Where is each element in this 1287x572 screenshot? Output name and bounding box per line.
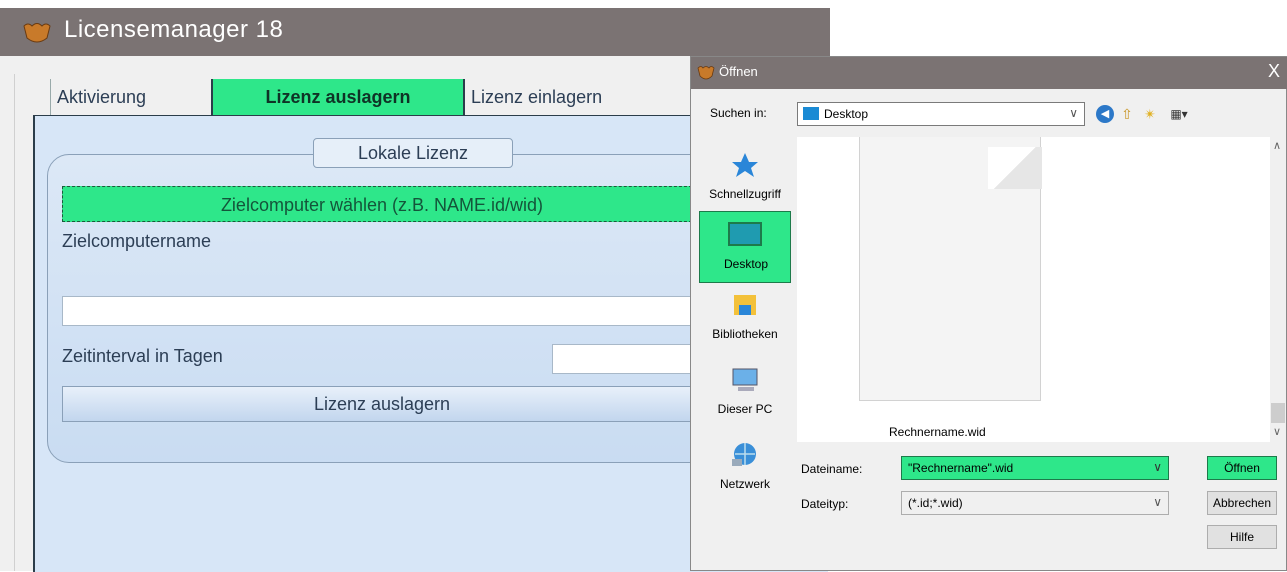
divider: [14, 74, 15, 571]
dialog-titlebar: Öffnen X: [691, 57, 1287, 89]
help-button[interactable]: Hilfe: [1207, 525, 1277, 549]
app-logo-icon: [697, 66, 715, 80]
dialog-title: Öffnen: [719, 64, 758, 79]
place-label: Desktop: [723, 257, 769, 271]
places-bar: Schnellzugriff Desktop Bibliotheken Dies…: [699, 137, 791, 491]
filetype-label: Dateityp:: [801, 497, 849, 511]
file-document-icon: [988, 147, 1042, 189]
library-icon: [734, 295, 756, 315]
filetype-value: (*.id;*.wid): [908, 496, 963, 510]
file-item[interactable]: [859, 137, 1042, 401]
place-label: Bibliotheken: [712, 327, 778, 341]
back-icon[interactable]: ◀: [1096, 105, 1114, 123]
computer-icon: [732, 368, 758, 391]
network-globe-icon: [732, 443, 756, 466]
chevron-down-icon[interactable]: ∨: [1153, 460, 1162, 474]
interval-label: Zeitinterval in Tagen: [62, 346, 223, 366]
app-title: Licensemanager 18: [64, 16, 284, 43]
group-title: Lokale Lizenz: [313, 138, 513, 168]
interval-input[interactable]: 1: [552, 344, 702, 374]
export-license-button[interactable]: Lizenz auslagern: [62, 386, 702, 422]
tab-lizenz-einlagern[interactable]: Lizenz einlagern: [465, 79, 695, 115]
filename-input[interactable]: "Rechnername".wid ∨: [901, 456, 1169, 480]
chevron-down-icon[interactable]: ∨: [1273, 425, 1281, 438]
star-icon: [732, 153, 758, 177]
open-dialog: Öffnen X Suchen in: Desktop ∨ ◀ ⇧ ✴ ▦▾ S…: [690, 56, 1287, 571]
place-network[interactable]: Netzwerk: [699, 437, 791, 507]
new-folder-icon[interactable]: ✴: [1141, 105, 1159, 123]
up-folder-icon[interactable]: ⇧: [1118, 105, 1136, 123]
look-in-value: Desktop: [824, 107, 869, 121]
main-titlebar: Licensemanager 18: [0, 8, 830, 56]
vertical-scrollbar[interactable]: ∧ ∨: [1270, 137, 1286, 442]
tab-lizenz-auslagern[interactable]: Lizenz auslagern: [211, 79, 465, 115]
place-label: Netzwerk: [719, 477, 770, 491]
target-name-label: Zielcomputername: [62, 231, 212, 251]
chevron-down-icon: ∨: [1153, 495, 1162, 509]
view-menu-icon[interactable]: ▦▾: [1166, 105, 1192, 123]
file-list: Rechnername.wid: [797, 137, 1270, 442]
tab-aktivierung[interactable]: Aktivierung: [50, 79, 228, 115]
place-libraries[interactable]: Bibliotheken: [699, 287, 791, 357]
app-logo-icon: [23, 23, 51, 43]
cancel-button[interactable]: Abbrechen: [1207, 491, 1277, 515]
select-target-computer-button[interactable]: Zielcomputer wählen (z.B. NAME.id/wid): [62, 186, 702, 222]
place-this-pc[interactable]: Dieser PC: [699, 362, 791, 432]
filename-value: "Rechnername".wid: [908, 461, 1014, 475]
place-quick-access[interactable]: Schnellzugriff: [699, 147, 791, 209]
place-label: Dieser PC: [717, 402, 773, 416]
close-icon[interactable]: X: [1268, 61, 1280, 82]
look-in-label: Suchen in:: [710, 106, 767, 120]
look-in-dropdown[interactable]: Desktop ∨: [797, 102, 1085, 126]
scroll-thumb[interactable]: [1271, 403, 1285, 423]
target-name-input[interactable]: [62, 296, 702, 326]
desktop-icon: [803, 107, 819, 120]
chevron-up-icon[interactable]: ∧: [1273, 139, 1281, 152]
file-name[interactable]: Rechnername.wid: [889, 425, 986, 439]
desktop-icon: [728, 222, 762, 246]
filetype-select[interactable]: (*.id;*.wid) ∨: [901, 491, 1169, 515]
place-label: Schnellzugriff: [709, 187, 781, 201]
filename-label: Dateiname:: [801, 462, 863, 476]
chevron-down-icon: ∨: [1069, 106, 1078, 120]
place-desktop[interactable]: Desktop: [699, 211, 791, 283]
open-button[interactable]: Öffnen: [1207, 456, 1277, 480]
